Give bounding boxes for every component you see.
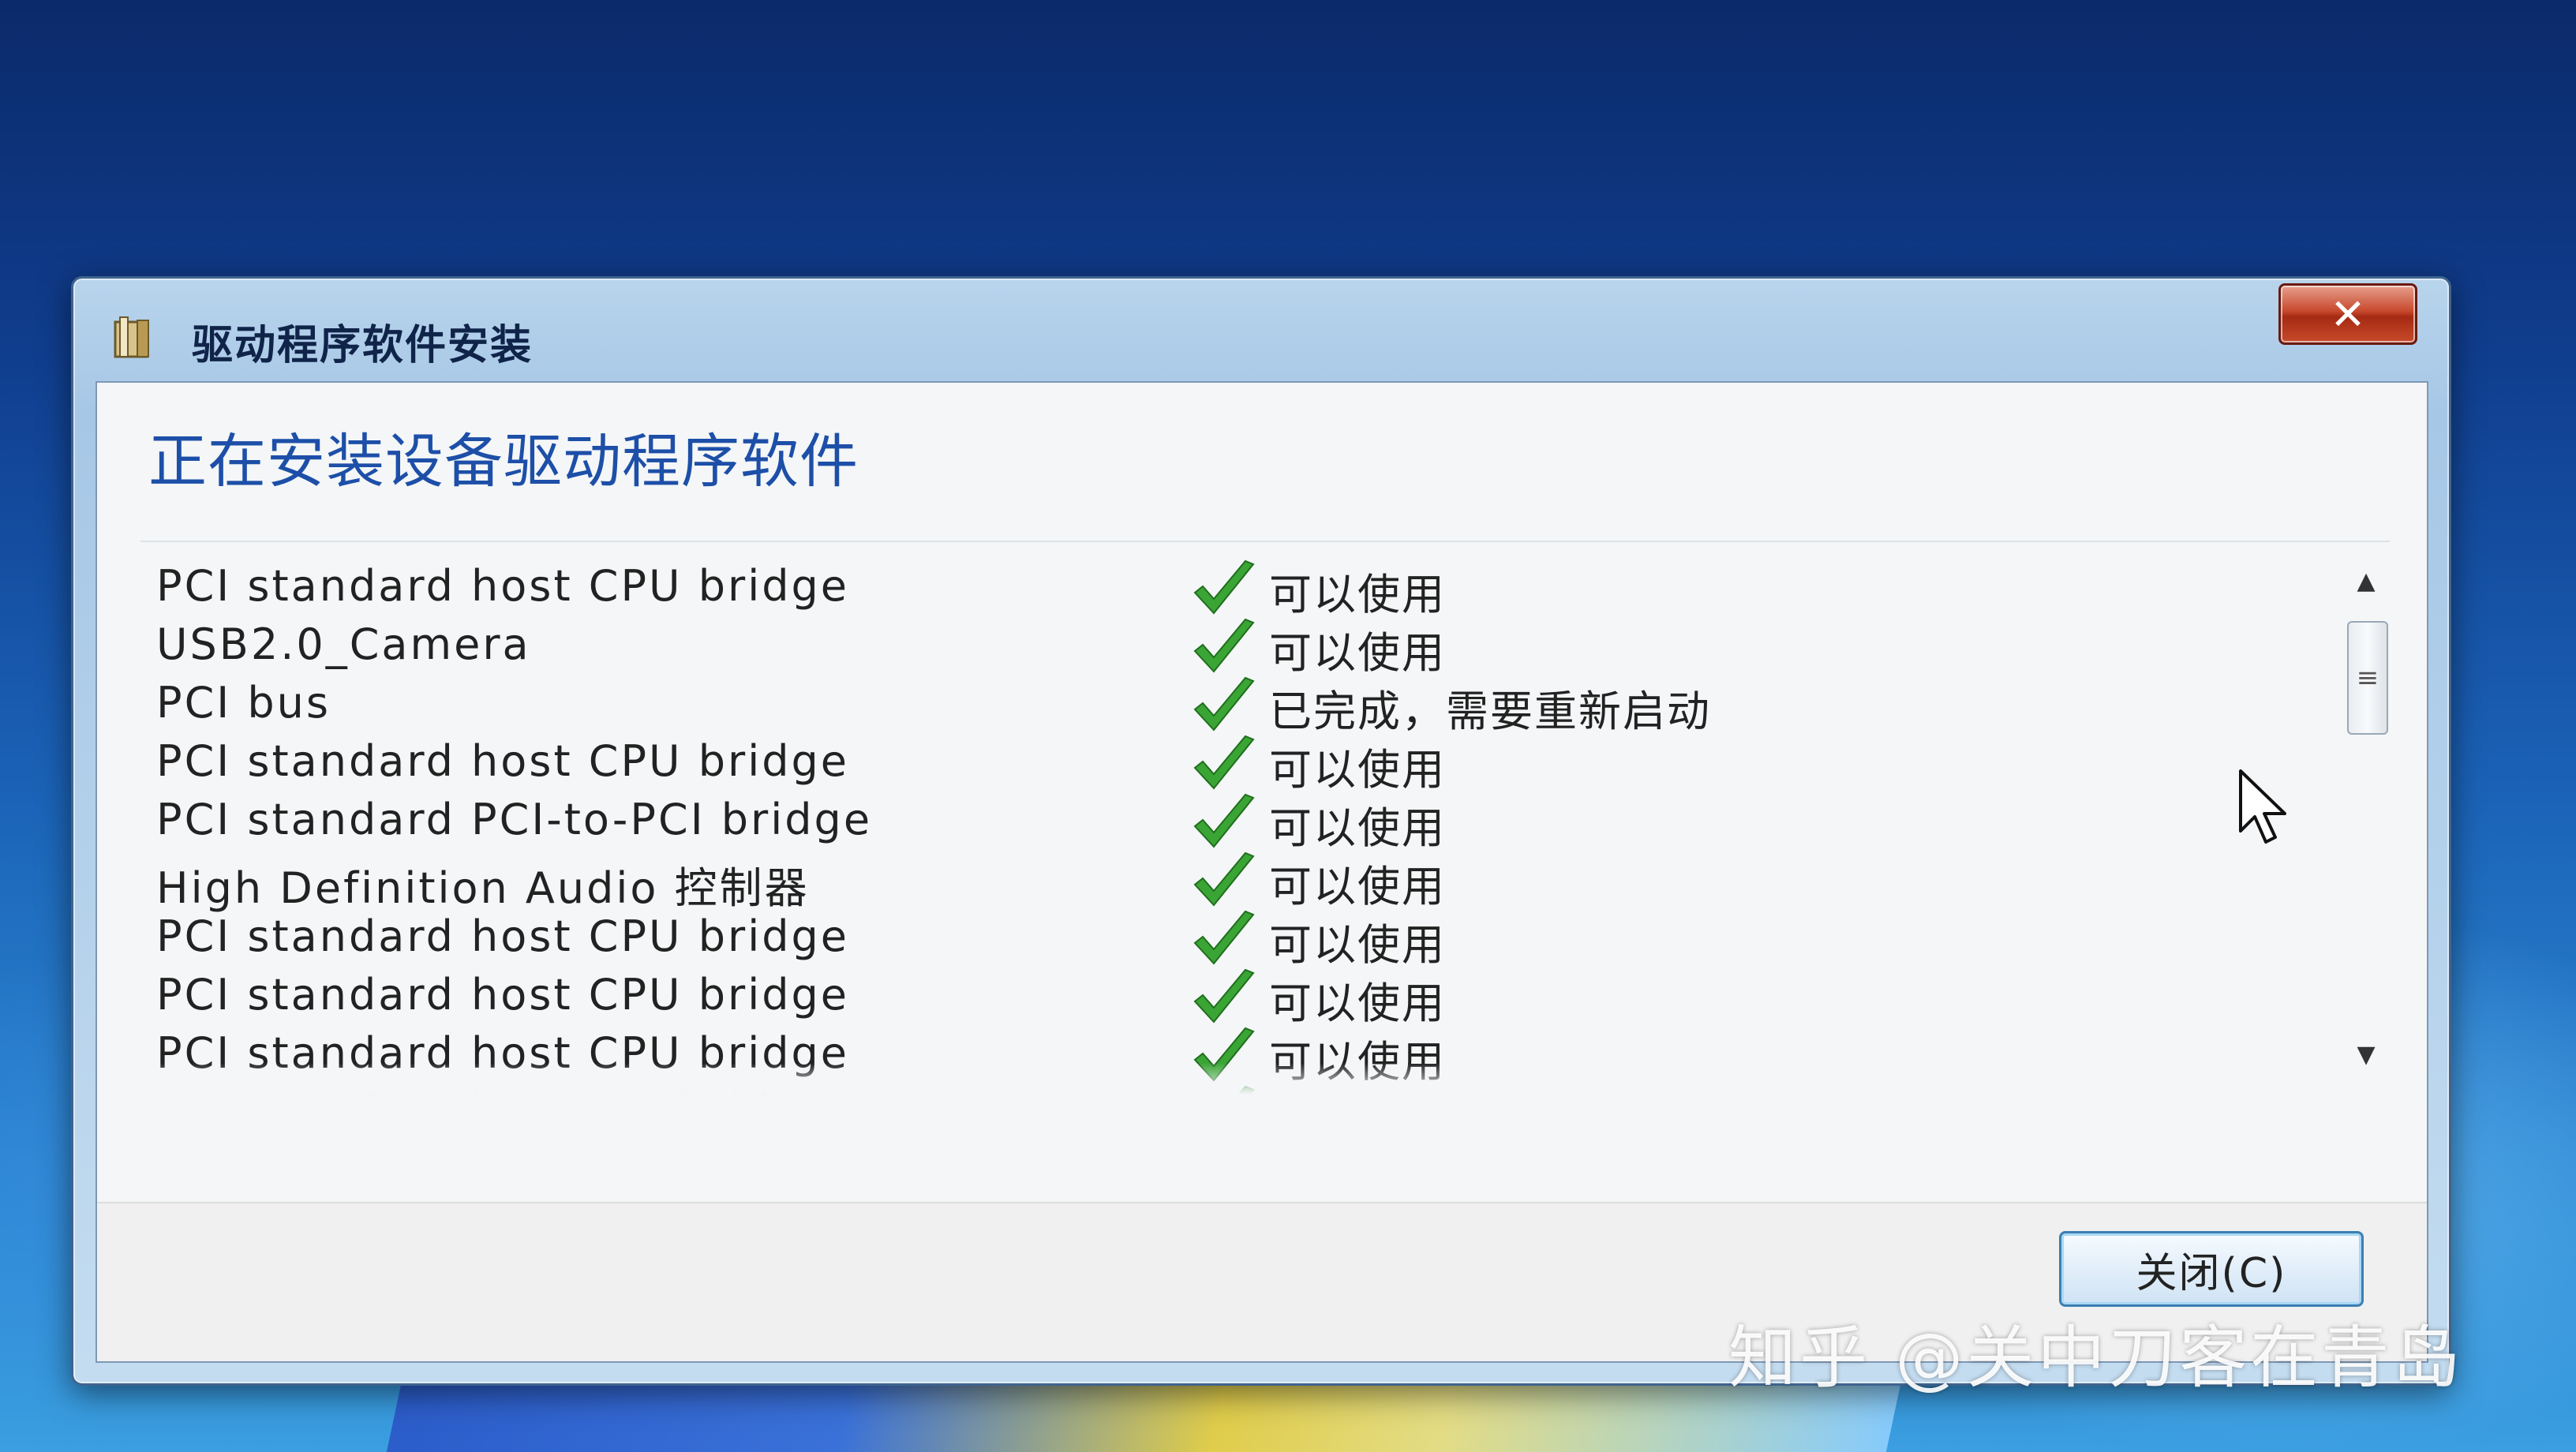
device-row: PCI standard host CPU bridge 可以使用 [140,733,2232,795]
scroll-down-arrow-icon[interactable]: ▼ [2350,1039,2382,1071]
device-name: PCI standard host CPU bridge [156,911,849,961]
desktop-wallpaper [386,1377,1903,1452]
checkmark-icon [1193,735,1255,790]
page-title: 正在安装设备驱动程序软件 [148,428,859,496]
device-row: PCI standard PCI-to-PCI bridge 可以使用 [140,791,2232,853]
checkmark-icon [1193,618,1255,673]
scroll-up-arrow-icon[interactable]: ▲ [2350,566,2382,597]
device-status: 可以使用 [1269,920,1446,970]
device-status: 已完成，需要重新启动 [1269,687,1711,736]
driver-install-dialog: 驱动程序软件安装 ✕ 正在安装设备驱动程序软件 PCI standard hos… [71,276,2451,1386]
device-status: 可以使用 [1269,570,1446,619]
device-name: High Definition Audio 控制器 [156,863,810,913]
close-icon: ✕ [2330,289,2366,339]
mouse-pointer-icon [2239,769,2286,844]
checkmark-icon [1193,968,1255,1024]
checkmark-icon [1193,851,1255,907]
grip-icon: ≡ [2356,662,2379,694]
device-status: 可以使用 [1269,803,1446,853]
title-bar[interactable]: 驱动程序软件安装 ✕ [73,279,2449,381]
device-list: PCI standard host CPU bridge 可以使用 USB2.0_C… [140,541,2390,1095]
dialog-body: 正在安装设备驱动程序软件 PCI standard host CPU bridg… [95,381,2428,1363]
checkmark-icon [1193,559,1255,615]
list-fade [140,1063,2390,1095]
checkmark-icon [1193,910,1255,965]
checkmark-icon [1193,676,1255,732]
device-row: USB2.0_Camera 可以使用 [140,616,2232,678]
checkmark-icon [1193,793,1255,848]
device-row: PCI standard host CPU bridge 可以使用 [140,558,2232,619]
close-button[interactable]: 关闭(C) [2059,1231,2364,1307]
device-name: PCI standard host CPU bridge [156,970,849,1020]
driver-package-icon [114,316,149,358]
device-row: PCI standard host CPU bridge 可以使用 [140,908,2232,970]
close-window-button[interactable]: ✕ [2278,283,2417,345]
device-name: PCI standard host CPU bridge [156,561,849,611]
device-name: PCI standard host CPU bridge [156,736,849,786]
watermark-text: 知乎 @关中刀客在青岛 [1728,1319,2464,1398]
device-status: 可以使用 [1269,979,1446,1028]
device-name: PCI bus [156,678,331,728]
device-status: 可以使用 [1269,745,1446,795]
device-status: 可以使用 [1269,628,1446,678]
device-name: USB2.0_Camera [156,619,531,669]
device-row: PCI bus 已完成，需要重新启动 [140,675,2232,736]
device-row: High Definition Audio 控制器 可以使用 [140,850,2232,913]
vertical-scrollbar[interactable]: ▲ ≡ ▼ [2342,566,2390,1087]
device-row: PCI standard host CPU bridge 可以使用 [140,967,2232,1028]
window-title: 驱动程序软件安装 [192,322,534,369]
scroll-thumb[interactable]: ≡ [2347,621,2388,735]
device-status: 可以使用 [1269,862,1446,911]
device-name: PCI standard PCI-to-PCI bridge [156,795,873,844]
